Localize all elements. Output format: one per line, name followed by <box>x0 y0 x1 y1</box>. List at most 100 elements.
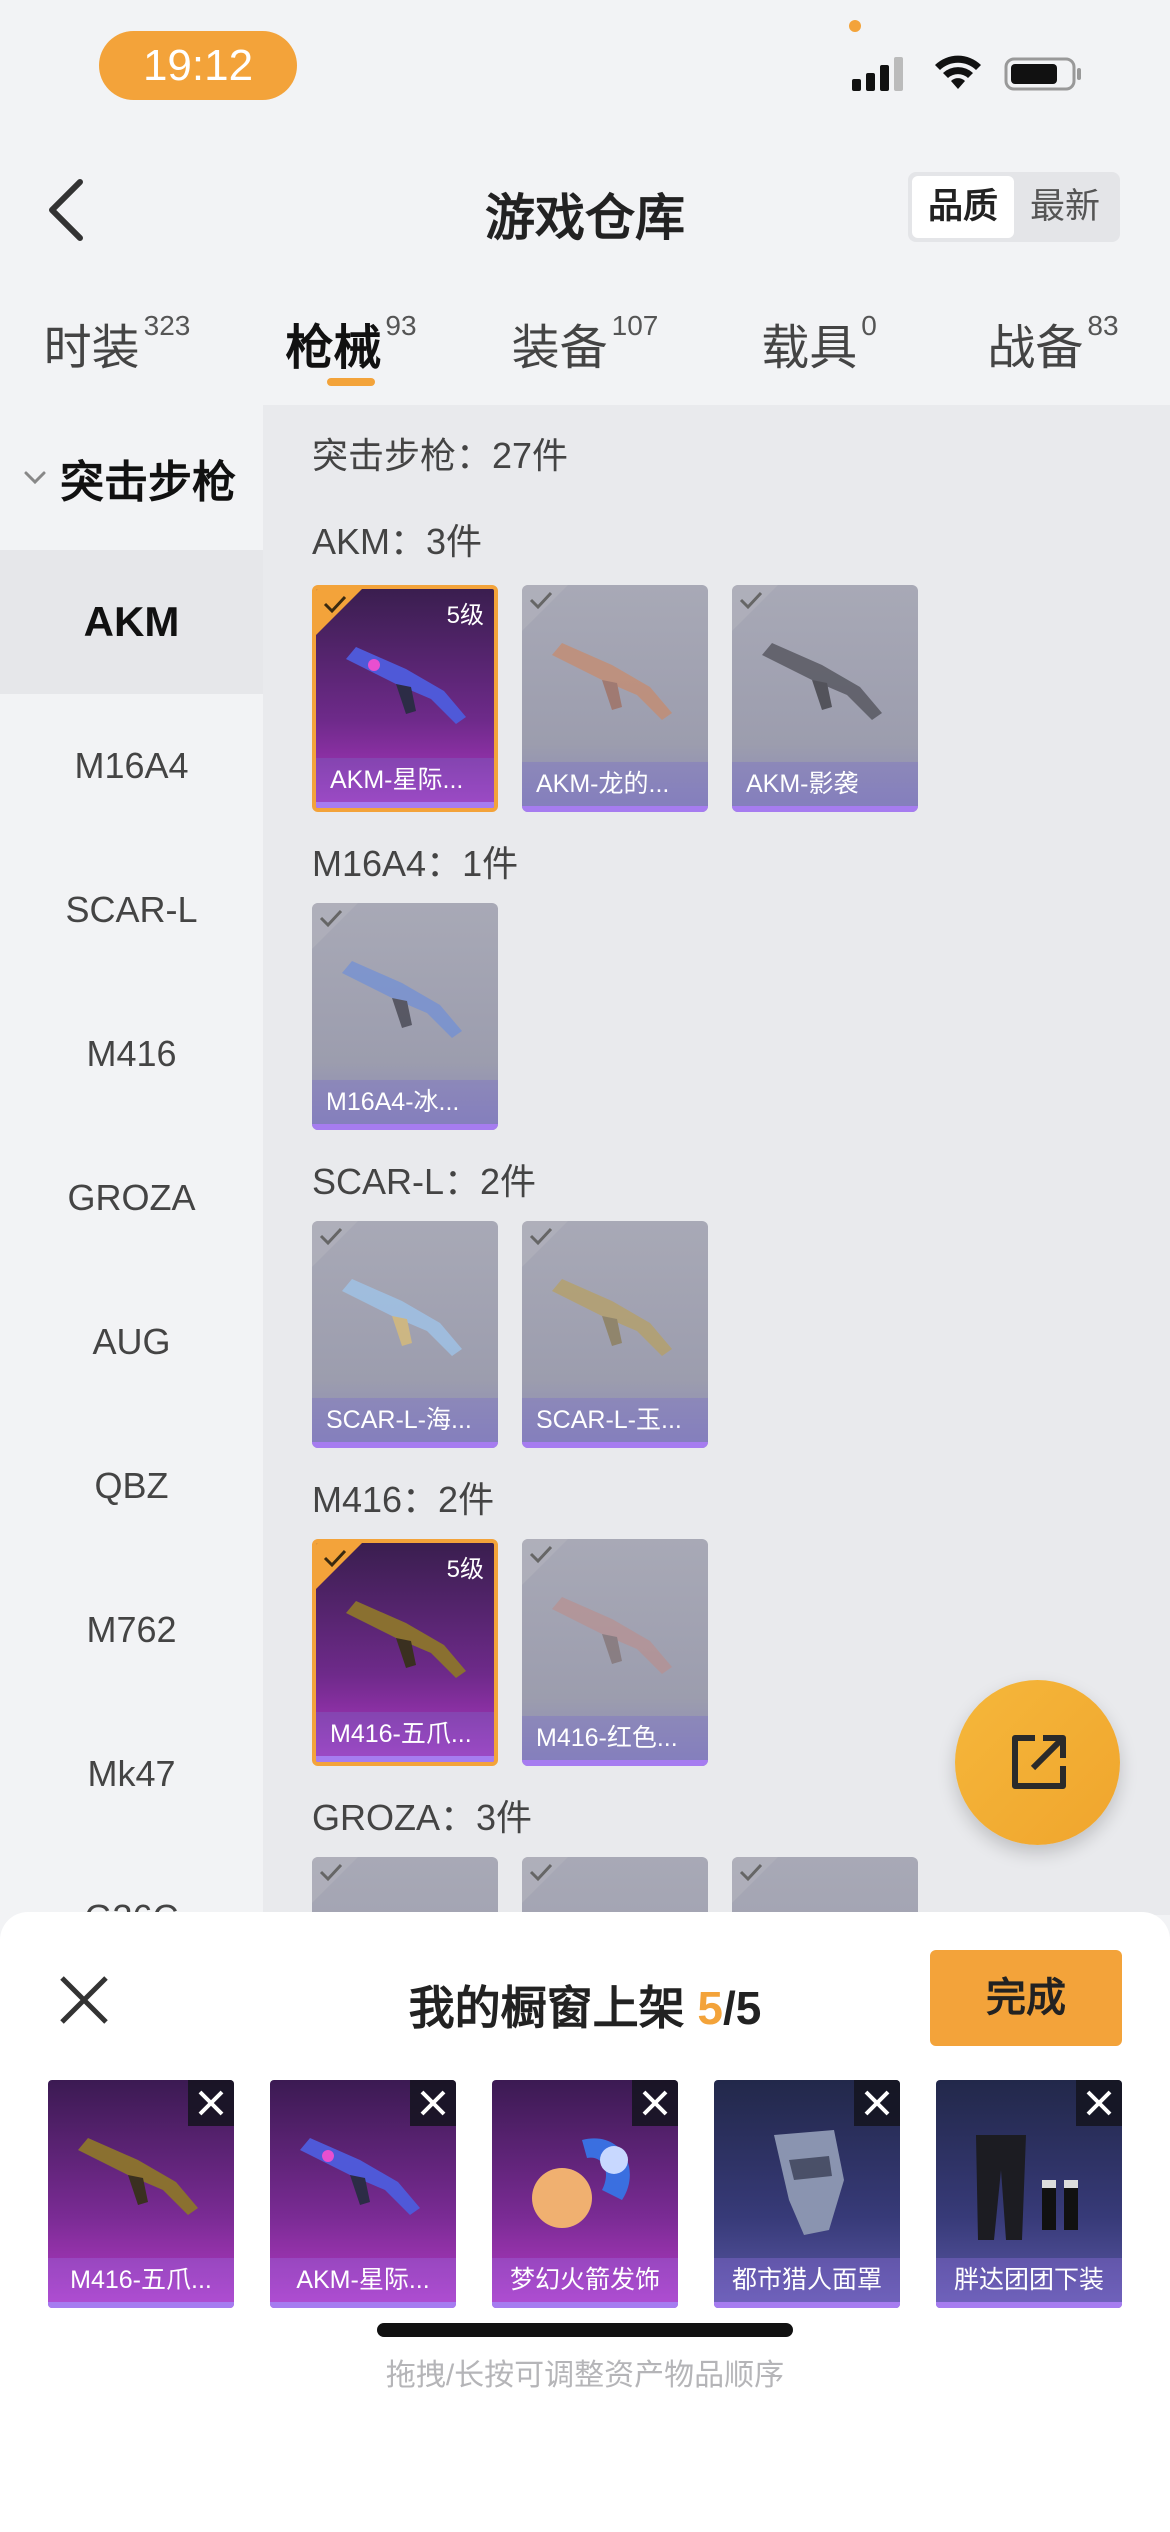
face-mask-image <box>774 2130 844 2235</box>
tab-supplies[interactable]: 战备 83 <box>936 290 1170 400</box>
sort-toggle: 品质 最新 <box>908 172 1120 242</box>
tab-firearms[interactable]: 枪械 93 <box>234 290 468 400</box>
remove-item-button[interactable] <box>410 2080 456 2126</box>
sidebar-item-g36c[interactable]: G36C <box>0 1846 263 1915</box>
tab-count: 107 <box>611 310 659 341</box>
sort-option-quality[interactable]: 品质 <box>912 176 1014 238</box>
share-button[interactable] <box>955 1680 1120 1845</box>
tab-label: 装备 <box>511 322 608 375</box>
weapon-card[interactable]: 5级 AKM-星际... <box>312 585 498 812</box>
tab-count: 323 <box>143 310 191 341</box>
weapon-card[interactable] <box>522 1857 708 1915</box>
weapon-card[interactable] <box>732 1857 918 1915</box>
tab-count: 83 <box>1087 310 1119 341</box>
rarity-bar <box>270 2302 456 2308</box>
item-name: 梦幻火箭发饰 <box>492 2258 678 2302</box>
group-label-m16a4: M16A4：1件 <box>312 843 519 884</box>
check-icon <box>323 595 347 614</box>
sidebar-item-mk47[interactable]: Mk47 <box>0 1702 263 1846</box>
weapon-sidebar: 突击步枪 AKM M16A4 SCAR-L M416 GROZA AUG QBZ… <box>0 405 263 1915</box>
chevron-down-icon <box>24 471 46 484</box>
item-name: AKM-星际... <box>316 758 494 802</box>
share-external-icon <box>1011 1734 1066 1789</box>
battery-icon <box>1004 57 1081 91</box>
rarity-bar <box>522 806 708 812</box>
done-button[interactable]: 完成 <box>930 1950 1122 2046</box>
showcase-item[interactable]: AKM-星际... <box>270 2080 456 2308</box>
item-name: SCAR-L-海... <box>312 1398 498 1442</box>
level-badge: 5级 <box>446 1556 484 1583</box>
check-icon <box>529 1545 553 1564</box>
sidebar-item-groza[interactable]: GROZA <box>0 1126 263 1270</box>
rifle-skin-image <box>300 2138 420 2215</box>
showcase-count: 5 <box>697 1982 723 2034</box>
weapon-card[interactable] <box>312 1857 498 1915</box>
tab-fashion[interactable]: 时装 323 <box>0 290 234 400</box>
rifle-skin-image <box>552 643 672 720</box>
weapon-card[interactable]: SCAR-L-海... <box>312 1221 498 1448</box>
level-badge: 5级 <box>446 602 484 629</box>
tab-vehicles[interactable]: 载具 0 <box>702 290 936 400</box>
weapon-card[interactable]: AKM-影袭 <box>732 585 918 812</box>
sidebar-item-m16a4[interactable]: M16A4 <box>0 694 263 838</box>
weapon-card[interactable]: SCAR-L-玉... <box>522 1221 708 1448</box>
home-indicator[interactable] <box>377 2323 793 2337</box>
sidebar-item-qbz[interactable]: QBZ <box>0 1414 263 1558</box>
remove-item-button[interactable] <box>1076 2080 1122 2126</box>
item-name: 都市猎人面罩 <box>714 2258 900 2302</box>
sidebar-item-m762[interactable]: M762 <box>0 1558 263 1702</box>
rarity-bar <box>316 802 494 808</box>
close-icon <box>198 2090 224 2116</box>
rarity-bar <box>732 806 918 812</box>
rifle-skin-image <box>342 961 462 1038</box>
rarity-bar <box>316 1756 494 1762</box>
group-label-scar-l: SCAR-L：2件 <box>312 1161 537 1202</box>
check-icon <box>529 1863 553 1882</box>
showcase-item[interactable]: 都市猎人面罩 <box>714 2080 900 2308</box>
weapon-card[interactable]: M416-红色... <box>522 1539 708 1766</box>
sort-option-newest[interactable]: 最新 <box>1014 176 1116 238</box>
sidebar-item-scar-l[interactable]: SCAR-L <box>0 838 263 982</box>
status-bar: 19:12 <box>0 0 1170 130</box>
showcase-item[interactable]: 梦幻火箭发饰 <box>492 2080 678 2308</box>
sidebar-item-akm[interactable]: AKM <box>0 550 263 694</box>
pants-image <box>976 2135 1078 2240</box>
remove-item-button[interactable] <box>632 2080 678 2126</box>
wifi-icon <box>935 55 981 89</box>
sidebar-item-aug[interactable]: AUG <box>0 1270 263 1414</box>
check-icon <box>323 1549 347 1568</box>
check-icon <box>739 591 763 610</box>
weapon-card[interactable]: 5级 M416-五爪... <box>312 1539 498 1766</box>
remove-item-button[interactable] <box>188 2080 234 2126</box>
rarity-bar <box>936 2302 1122 2308</box>
tab-count: 0 <box>861 310 877 341</box>
check-icon <box>319 909 343 928</box>
showcase-item[interactable]: 胖达团团下装 <box>936 2080 1122 2308</box>
tab-active-underline <box>327 378 375 386</box>
group-label-akm: AKM：3件 <box>312 521 483 562</box>
rarity-bar <box>312 1124 498 1130</box>
close-icon <box>864 2090 890 2116</box>
sidebar-group-assault-rifles[interactable]: 突击步枪 <box>0 405 263 550</box>
showcase-item[interactable]: M416-五爪... <box>48 2080 234 2308</box>
total-count-label: 突击步枪：27件 <box>312 435 569 476</box>
item-name: M16A4-冰... <box>312 1080 498 1124</box>
showcase-total: /5 <box>723 1982 762 2034</box>
sheet-title-text: 我的橱窗上架 <box>408 1982 698 2034</box>
weapon-card[interactable]: M16A4-冰... <box>312 903 498 1130</box>
sidebar-item-m416[interactable]: M416 <box>0 982 263 1126</box>
rarity-bar <box>48 2302 234 2308</box>
item-name: 胖达团团下装 <box>936 2258 1122 2302</box>
status-time: 19:12 <box>99 31 297 100</box>
item-name: M416-五爪... <box>48 2258 234 2302</box>
rifle-skin-image <box>346 647 466 724</box>
weapon-card[interactable]: AKM-龙的... <box>522 585 708 812</box>
category-tabs: 时装 323 枪械 93 装备 107 载具 0 战备 83 <box>0 290 1170 400</box>
tab-equipment[interactable]: 装备 107 <box>468 290 702 400</box>
group-label-groza: GROZA：3件 <box>312 1797 533 1838</box>
check-icon <box>529 591 553 610</box>
rarity-bar <box>714 2302 900 2308</box>
item-name: SCAR-L-玉... <box>522 1398 708 1442</box>
check-icon <box>529 1227 553 1246</box>
remove-item-button[interactable] <box>854 2080 900 2126</box>
